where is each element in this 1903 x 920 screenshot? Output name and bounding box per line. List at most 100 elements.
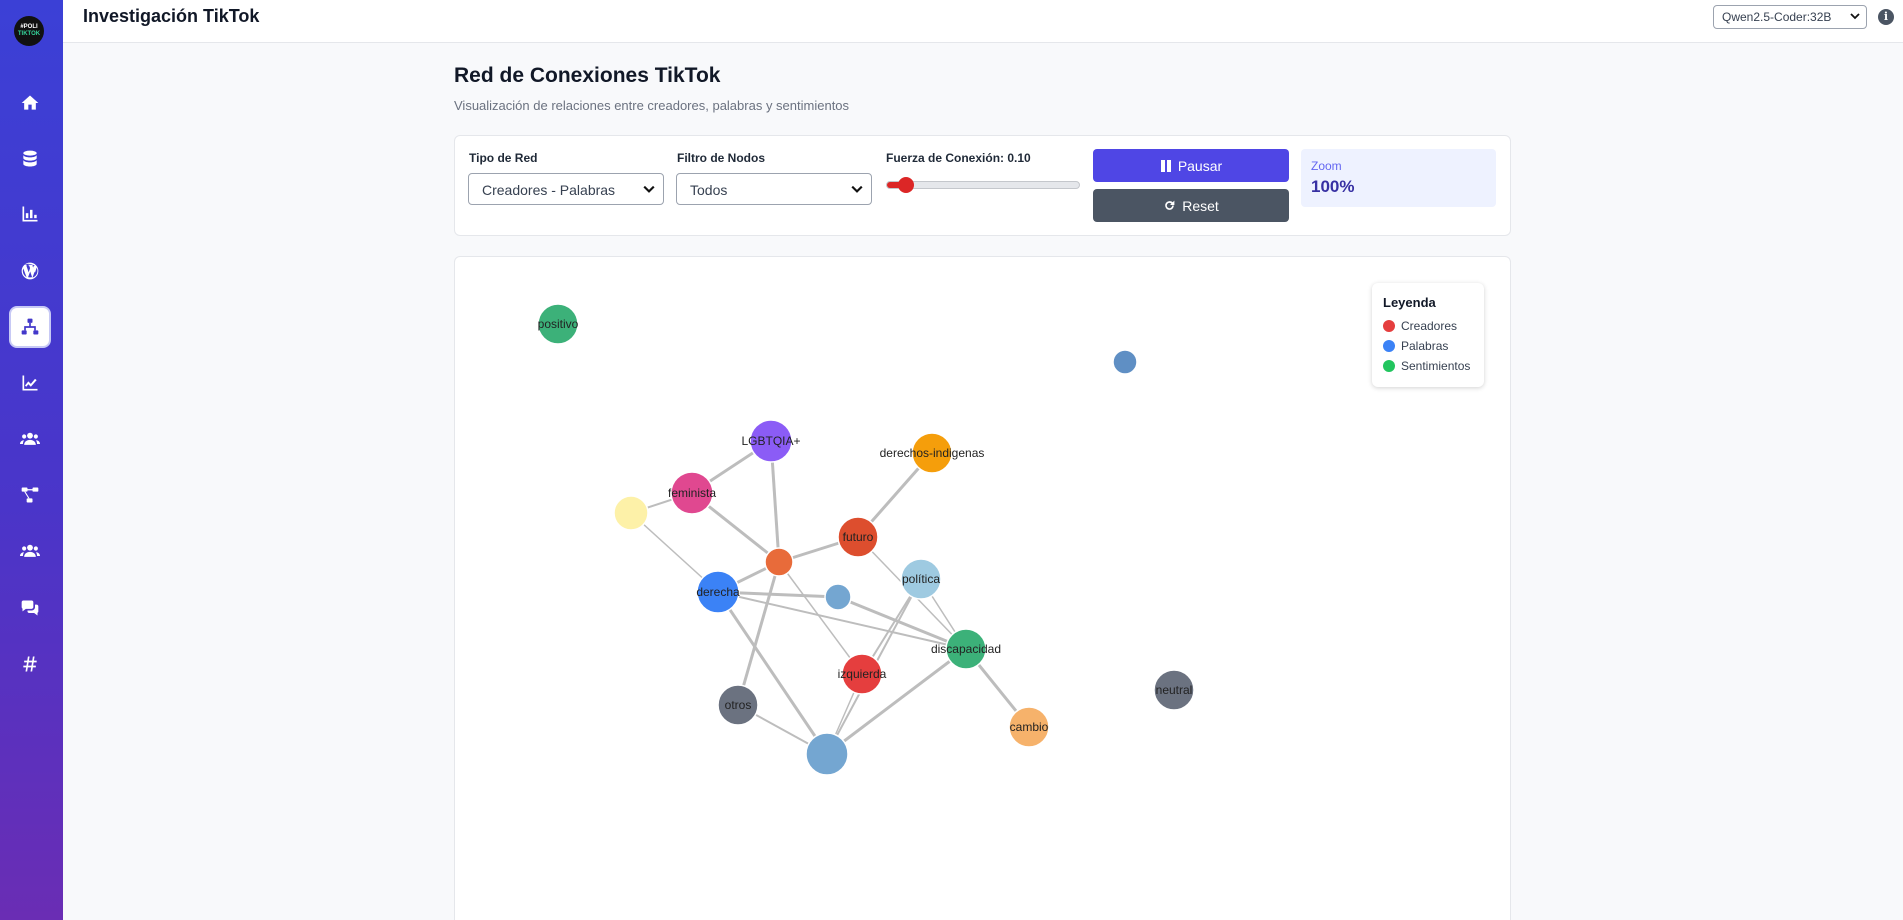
- graph-node-blue_small[interactable]: [824, 583, 852, 611]
- network-graph-panel[interactable]: positivo LGBTQIA+ derechos-indigenas femini…: [454, 256, 1511, 920]
- graph-node-futuro[interactable]: futuro: [837, 516, 879, 558]
- sidebar-item-comments[interactable]: [9, 587, 51, 629]
- app-title: Investigación TikTok: [83, 6, 260, 26]
- graph-node-derechos[interactable]: derechos-indigenas: [880, 432, 985, 474]
- top-header: Investigación TikTok Qwen2.5-Coder:32B i: [63, 0, 1903, 43]
- graph-node-politica[interactable]: política: [900, 558, 942, 600]
- network-icon: [21, 318, 39, 335]
- legend: Leyenda Creadores Palabras Sentimientos: [1372, 283, 1484, 387]
- graph-node-circle[interactable]: [805, 732, 849, 776]
- sidebar: #POLI TIKTOK: [0, 0, 63, 920]
- reset-button[interactable]: Reset: [1093, 189, 1289, 222]
- wordpress-icon: [21, 262, 39, 280]
- legend-item-palabras: Palabras: [1383, 339, 1448, 353]
- legend-label: Sentimientos: [1401, 359, 1471, 373]
- graph-node-label: futuro: [843, 530, 874, 544]
- sidebar-item-groups[interactable]: [9, 530, 51, 572]
- sidebar-item-hierarchy[interactable]: [9, 474, 51, 516]
- graph-node-blue_tr[interactable]: [1112, 349, 1138, 375]
- sidebar-item-database[interactable]: [9, 138, 51, 180]
- graph-node-label: discapacidad: [931, 642, 1001, 656]
- graph-node-label: derechos-indigenas: [880, 446, 985, 460]
- line-chart-icon: [22, 375, 38, 391]
- sidebar-item-network[interactable]: [9, 306, 51, 348]
- pause-button-label: Pausar: [1177, 157, 1223, 174]
- page-title: Red de Conexiones TikTok: [454, 64, 721, 87]
- graph-node-blue_bottom[interactable]: [805, 732, 849, 776]
- graph-link: [716, 591, 829, 755]
- zoom-label: Zoom: [1311, 159, 1342, 173]
- comments-icon: [21, 600, 39, 616]
- graph-node-label: neutral: [1156, 683, 1193, 697]
- graph-node-label: otros: [725, 698, 752, 712]
- hierarchy-icon: [21, 487, 39, 503]
- network-graph[interactable]: positivo LGBTQIA+ derechos-indigenas femini…: [455, 257, 1511, 920]
- chevron-down-icon: [851, 185, 863, 193]
- hashtag-icon: [23, 656, 37, 672]
- graph-node-circle[interactable]: [824, 583, 852, 611]
- zoom-value: 100%: [1311, 177, 1355, 196]
- chevron-down-icon: [643, 185, 655, 193]
- legend-item-creadores: Creadores: [1383, 319, 1457, 333]
- info-icon[interactable]: i: [1878, 9, 1894, 25]
- legend-dot: [1383, 320, 1395, 332]
- logo-text-bottom: TIKTOK: [17, 31, 41, 37]
- legend-dot: [1383, 340, 1395, 352]
- chevron-down-icon: [1850, 13, 1860, 20]
- graph-node-yellow[interactable]: [613, 495, 649, 531]
- node-filter-value: Todos: [690, 182, 728, 198]
- pause-button[interactable]: Pausar: [1093, 149, 1289, 182]
- page-subtitle: Visualización de relaciones entre creado…: [454, 98, 850, 113]
- network-type-select[interactable]: Creadores - Palabras: [468, 173, 664, 205]
- strength-slider[interactable]: [886, 177, 1080, 193]
- graph-node-neutral[interactable]: neutral: [1153, 669, 1195, 711]
- graph-node-circle[interactable]: [764, 547, 794, 577]
- graph-node-label: izquierda: [838, 667, 887, 681]
- graph-node-circle[interactable]: [1112, 349, 1138, 375]
- graph-node-otros[interactable]: otros: [717, 684, 759, 726]
- graph-node-orange_c[interactable]: [764, 547, 794, 577]
- bar-chart-icon: [22, 206, 38, 222]
- network-type-value: Creadores - Palabras: [482, 182, 616, 198]
- model-select[interactable]: Qwen2.5-Coder:32B: [1713, 5, 1867, 29]
- graph-node-derecha[interactable]: derecha: [696, 570, 740, 614]
- node-filter-select[interactable]: Todos: [676, 173, 872, 205]
- graph-node-positivo[interactable]: positivo: [537, 303, 579, 345]
- logo-text-top: #POLI: [20, 24, 38, 30]
- sidebar-item-trends[interactable]: [9, 362, 51, 404]
- reset-button-label: Reset: [1182, 197, 1219, 214]
- graph-node-label: LGBTQIA+: [741, 434, 800, 448]
- graph-node-cambio[interactable]: cambio: [1008, 706, 1050, 748]
- graph-node-label: política: [902, 572, 940, 586]
- legend-dot: [1383, 360, 1395, 372]
- group-icon: [20, 544, 40, 557]
- legend-title: Leyenda: [1383, 295, 1436, 310]
- network-type-label: Tipo de Red: [469, 151, 538, 165]
- graph-node-discapacidad[interactable]: discapacidad: [931, 628, 1001, 670]
- sidebar-item-users[interactable]: [9, 418, 51, 460]
- redo-icon: [1165, 200, 1175, 210]
- legend-label: Creadores: [1401, 319, 1458, 333]
- sidebar-item-home[interactable]: [9, 82, 51, 124]
- graph-node-label: cambio: [1010, 720, 1049, 734]
- database-icon: [23, 150, 37, 167]
- graph-link: [778, 561, 863, 675]
- strength-slider-thumb[interactable]: [898, 177, 915, 193]
- graph-node-label: feminista: [668, 486, 716, 500]
- node-filter-label: Filtro de Nodos: [677, 151, 765, 165]
- sidebar-item-wordpress[interactable]: [9, 250, 51, 292]
- legend-label: Palabras: [1401, 339, 1449, 353]
- graph-node-izquierda[interactable]: izquierda: [838, 653, 887, 695]
- strength-label: Fuerza de Conexión: 0.10: [886, 151, 1031, 165]
- graph-node-circle[interactable]: [613, 495, 649, 531]
- legend-item-sentimientos: Sentimientos: [1383, 359, 1470, 373]
- model-select-value: Qwen2.5-Coder:32B: [1722, 10, 1832, 24]
- home-icon: [21, 95, 39, 110]
- sidebar-item-hashtags[interactable]: [9, 643, 51, 685]
- sidebar-item-stats[interactable]: [9, 193, 51, 235]
- zoom-indicator: Zoom 100%: [1301, 149, 1496, 207]
- controls-panel: Tipo de Red Creadores - Palabras Filtro …: [454, 135, 1511, 236]
- graph-node-label: derecha: [696, 585, 740, 599]
- graph-node-label: positivo: [538, 317, 579, 331]
- app-logo[interactable]: #POLI TIKTOK: [14, 16, 44, 46]
